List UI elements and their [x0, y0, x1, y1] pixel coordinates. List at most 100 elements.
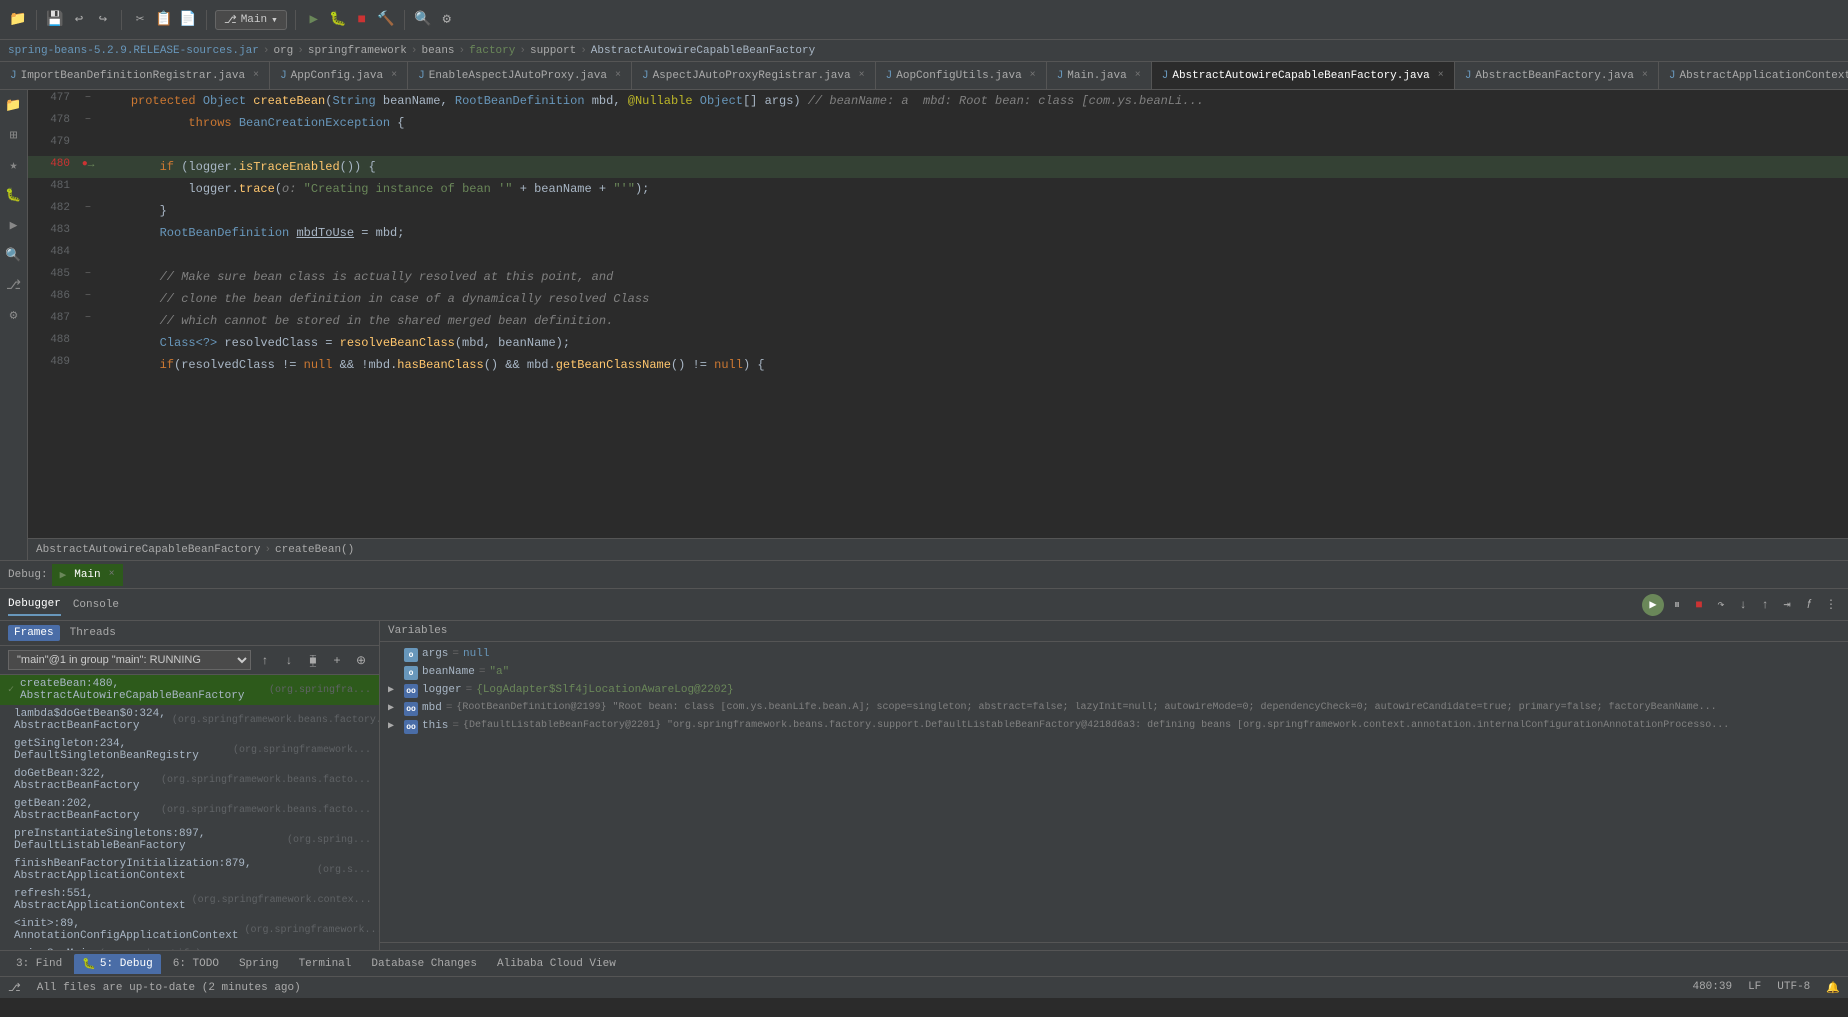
stack-frame-item[interactable]: lambda$doGetBean$0:324, AbstractBeanFact… — [0, 705, 379, 735]
move-down-button[interactable]: ↓ — [279, 650, 299, 670]
debug-tab[interactable]: 🐛 5: Debug — [74, 954, 161, 974]
pause-button[interactable]: ⏸ — [1668, 596, 1686, 614]
structure-icon[interactable]: ⊞ — [3, 124, 25, 146]
stack-frame-item[interactable]: getSingleton:234, DefaultSingletonBeanRe… — [0, 735, 379, 765]
fold-icon[interactable]: − — [85, 93, 91, 104]
todo-tab[interactable]: 6: TODO — [165, 955, 227, 973]
tab-close-icon[interactable]: × — [859, 70, 865, 81]
stack-frame-item[interactable]: <init>:89, AnnotationConfigApplicationCo… — [0, 915, 379, 945]
tab-abstract-autowire[interactable]: J AbstractAutowireCapableBeanFactory.jav… — [1152, 62, 1455, 89]
alibaba-tab[interactable]: Alibaba Cloud View — [489, 955, 624, 973]
tab-appconfig[interactable]: J AppConfig.java × — [270, 62, 408, 89]
stack-frame-item[interactable]: refresh:551, AbstractApplicationContext … — [0, 885, 379, 915]
search-icon[interactable]: 🔍 — [413, 10, 433, 30]
save-icon[interactable]: 💾 — [45, 10, 65, 30]
run-button[interactable]: ▶ — [304, 10, 324, 30]
fold-icon[interactable]: − — [85, 203, 91, 214]
step-out-button[interactable]: ↑ — [1756, 596, 1774, 614]
favorites-icon[interactable]: ★ — [3, 154, 25, 176]
filter-button[interactable]: ⧯ — [303, 650, 323, 670]
frames-tab[interactable]: Frames — [8, 625, 60, 641]
branch-selector[interactable]: ⎇ Main ▾ — [215, 10, 287, 30]
cut-icon[interactable]: ✂ — [130, 10, 150, 30]
stack-frame-item[interactable]: ✓ createBean:480, AbstractAutowireCapabl… — [0, 675, 379, 705]
build-button[interactable]: 🔨 — [376, 10, 396, 30]
fold-icon[interactable]: − — [85, 269, 91, 280]
stack-frame-item[interactable]: getBean:202, AbstractBeanFactory (org.sp… — [0, 795, 379, 825]
find-sidebar-icon[interactable]: 🔍 — [3, 244, 25, 266]
notifications-icon[interactable]: 🔔 — [1826, 981, 1840, 995]
undo-icon[interactable]: ↩ — [69, 10, 89, 30]
tab-aspect-registrar[interactable]: J AspectJAutoProxyRegistrar.java × — [632, 62, 876, 89]
variable-mbd[interactable]: ▶ oo mbd = {RootBeanDefinition@2199} "Ro… — [384, 700, 1844, 718]
debug-session-close[interactable]: × — [109, 569, 115, 580]
copy-frames-button[interactable]: ⊕ — [351, 650, 371, 670]
stop-button[interactable]: ■ — [352, 10, 372, 30]
tab-enable-aspect[interactable]: J EnableAspectJAutoProxy.java × — [408, 62, 632, 89]
stop-button[interactable]: ■ — [1690, 596, 1708, 614]
step-into-button[interactable]: ↓ — [1734, 596, 1752, 614]
expand-icon[interactable]: ▶ — [388, 720, 400, 732]
paste-icon[interactable]: 📄 — [178, 10, 198, 30]
tab-close-icon[interactable]: × — [1030, 70, 1036, 81]
tab-close-icon[interactable]: × — [253, 70, 259, 81]
fold-icon[interactable]: − — [85, 313, 91, 324]
tab-debugger[interactable]: Debugger — [8, 594, 61, 616]
project-icon[interactable]: 📁 — [8, 10, 28, 30]
tab-console[interactable]: Console — [73, 595, 119, 615]
variable-this[interactable]: ▶ oo this = {DefaultListableBeanFactory@… — [384, 718, 1844, 736]
find-tab[interactable]: 3: Find — [8, 955, 70, 973]
debug-sidebar-icon[interactable]: 🐛 — [3, 184, 25, 206]
code-content: // clone the bean definition in case of … — [98, 288, 1848, 310]
spring-tab[interactable]: Spring — [231, 955, 287, 973]
tab-close-icon[interactable]: × — [1135, 70, 1141, 81]
add-button[interactable]: + — [327, 650, 347, 670]
path-part-2: org — [273, 45, 293, 57]
run-sidebar-icon[interactable]: ▶ — [3, 214, 25, 236]
run-to-cursor-button[interactable]: ⇥ — [1778, 596, 1796, 614]
stack-frame-item[interactable]: doGetBean:322, AbstractBeanFactory (org.… — [0, 765, 379, 795]
variable-args[interactable]: o args = null — [384, 646, 1844, 664]
tab-abstract-app[interactable]: J AbstractApplicationContext.java × — [1659, 62, 1848, 89]
variable-beanname[interactable]: o beanName = "a" — [384, 664, 1844, 682]
stack-frame-item[interactable]: finishBeanFactoryInitialization:879, Abs… — [0, 855, 379, 885]
settings-icon[interactable]: ⚙ — [437, 10, 457, 30]
settings-sidebar-icon[interactable]: ⚙ — [3, 304, 25, 326]
debug-session-tab[interactable]: ▶ Main × — [52, 564, 123, 586]
stack-frame-item[interactable]: main:8, Main (com.ys.beanLife) — [0, 945, 379, 950]
move-up-button[interactable]: ↑ — [255, 650, 275, 670]
horizontal-scrollbar[interactable] — [380, 942, 1848, 950]
git-sidebar-icon[interactable]: ⎇ — [3, 274, 25, 296]
tab-main[interactable]: J Main.java × — [1047, 62, 1152, 89]
thread-dropdown[interactable]: "main"@1 in group "main": RUNNING — [8, 650, 251, 670]
code-content: logger.trace(o: "Creating instance of be… — [98, 178, 1848, 200]
fold-icon[interactable]: − — [85, 291, 91, 302]
expand-icon[interactable]: ▶ — [388, 684, 400, 696]
tab-close-icon[interactable]: × — [1438, 70, 1444, 81]
database-tab[interactable]: Database Changes — [363, 955, 485, 973]
code-editor[interactable]: 477 − protected Object createBean(String… — [28, 90, 1848, 560]
code-line-488: 488 Class<?> resolvedClass = resolveBean… — [28, 332, 1848, 354]
redo-icon[interactable]: ↪ — [93, 10, 113, 30]
evaluate-button[interactable]: 𝑓 — [1800, 596, 1818, 614]
expand-icon[interactable]: ▶ — [388, 702, 400, 714]
variable-logger[interactable]: ▶ oo logger = {LogAdapter$Slf4jLocationA… — [384, 682, 1844, 700]
step-over-button[interactable]: ↷ — [1712, 596, 1730, 614]
tab-abstract-bean[interactable]: J AbstractBeanFactory.java × — [1455, 62, 1659, 89]
more-debug-icon[interactable]: ⋮ — [1822, 596, 1840, 614]
debug-button[interactable]: 🐛 — [328, 10, 348, 30]
tab-aop-config[interactable]: J AopConfigUtils.java × — [876, 62, 1047, 89]
tab-close-icon[interactable]: × — [1642, 70, 1648, 81]
stack-frame-item[interactable]: preInstantiateSingletons:897, DefaultLis… — [0, 825, 379, 855]
threads-tab[interactable]: Threads — [64, 625, 122, 641]
tab-import-bean[interactable]: J ImportBeanDefinitionRegistrar.java × — [0, 62, 270, 89]
resume-button[interactable]: ▶ — [1642, 594, 1664, 616]
terminal-tab[interactable]: Terminal — [291, 955, 360, 973]
tab-close-icon[interactable]: × — [391, 70, 397, 81]
project-sidebar-icon[interactable]: 📁 — [3, 94, 25, 116]
tab-close-icon[interactable]: × — [615, 70, 621, 81]
debug-arrow-icon: → — [88, 159, 95, 171]
fold-icon[interactable]: − — [85, 115, 91, 126]
copy-icon[interactable]: 📋 — [154, 10, 174, 30]
code-area[interactable]: 477 − protected Object createBean(String… — [28, 90, 1848, 538]
